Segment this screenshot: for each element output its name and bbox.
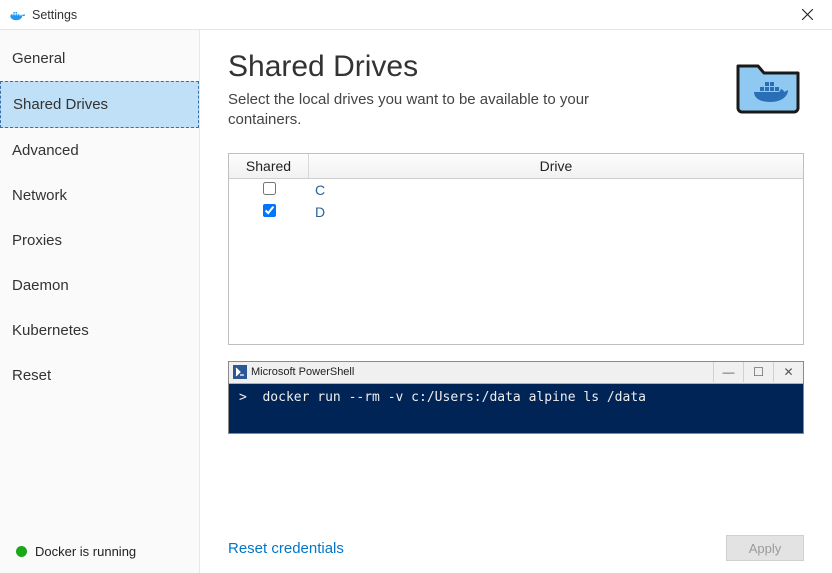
- sidebar-item-label: General: [12, 50, 65, 67]
- sidebar-item-general[interactable]: General: [0, 36, 199, 81]
- sidebar-item-label: Advanced: [12, 142, 79, 159]
- drives-table: Shared Drive C D: [228, 153, 804, 345]
- drive-label: C: [309, 182, 803, 198]
- sidebar-item-reset[interactable]: Reset: [0, 353, 199, 398]
- sidebar-item-proxies[interactable]: Proxies: [0, 218, 199, 263]
- status-dot-icon: [16, 546, 27, 557]
- sidebar-item-label: Daemon: [12, 277, 69, 294]
- drive-label: D: [309, 204, 803, 220]
- docker-whale-icon: [8, 6, 26, 24]
- sidebar-item-label: Shared Drives: [13, 96, 108, 113]
- status-text: Docker is running: [35, 544, 136, 559]
- table-row[interactable]: D: [229, 201, 803, 223]
- apply-button-label: Apply: [749, 541, 782, 556]
- column-header-drive[interactable]: Drive: [309, 154, 803, 178]
- page-title: Shared Drives: [228, 50, 608, 84]
- ps-maximize-button[interactable]: ☐: [743, 362, 773, 382]
- sidebar-item-label: Kubernetes: [12, 322, 89, 339]
- column-header-shared[interactable]: Shared: [229, 154, 309, 178]
- shared-folder-icon: [732, 52, 804, 117]
- powershell-icon: [233, 365, 247, 379]
- table-row[interactable]: C: [229, 179, 803, 201]
- window-title: Settings: [32, 8, 77, 22]
- powershell-command: > docker run --rm -v c:/Users:/data alpi…: [229, 384, 803, 433]
- page-description: Select the local drives you want to be a…: [228, 90, 608, 131]
- ps-minimize-button[interactable]: —: [713, 362, 743, 382]
- share-checkbox-c[interactable]: [263, 182, 276, 195]
- ps-close-button[interactable]: ✕: [773, 362, 803, 382]
- content-pane: Shared Drives Select the local drives yo…: [200, 30, 832, 573]
- apply-button[interactable]: Apply: [726, 535, 804, 561]
- sidebar-item-kubernetes[interactable]: Kubernetes: [0, 308, 199, 353]
- reset-credentials-link[interactable]: Reset credentials: [228, 540, 344, 557]
- sidebar-item-advanced[interactable]: Advanced: [0, 128, 199, 173]
- sidebar-item-network[interactable]: Network: [0, 173, 199, 218]
- powershell-title: Microsoft PowerShell: [251, 366, 354, 378]
- sidebar-item-daemon[interactable]: Daemon: [0, 263, 199, 308]
- close-button[interactable]: [788, 1, 826, 29]
- sidebar-item-label: Reset: [12, 367, 51, 384]
- titlebar: Settings: [0, 0, 832, 30]
- docker-status: Docker is running: [0, 534, 199, 573]
- share-checkbox-d[interactable]: [263, 204, 276, 217]
- sidebar-item-shared-drives[interactable]: Shared Drives: [0, 81, 199, 128]
- sidebar: General Shared Drives Advanced Network P…: [0, 30, 200, 573]
- powershell-preview: Microsoft PowerShell — ☐ ✕ > docker run …: [228, 361, 804, 434]
- sidebar-item-label: Proxies: [12, 232, 62, 249]
- sidebar-item-label: Network: [12, 187, 67, 204]
